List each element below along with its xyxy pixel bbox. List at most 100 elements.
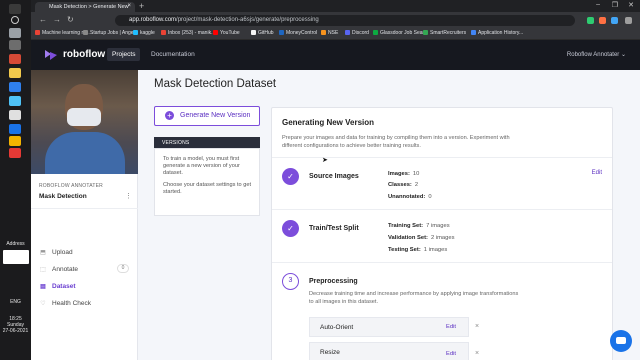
bookmark-favicon-icon — [345, 30, 350, 35]
versions-instructions: To train a model, you must first generat… — [163, 156, 240, 176]
option-label: Auto-Orient — [320, 324, 354, 331]
bookmarks-bar: Machine learning m... Startup Jobs | Ange… — [31, 28, 640, 40]
generate-button-label: Generate New Version — [180, 112, 251, 119]
bookmark-label: GitHub — [258, 30, 274, 36]
bookmark-item[interactable]: Startup Jobs | Ange... — [83, 30, 138, 36]
task-view-icon[interactable] — [9, 28, 21, 38]
reload-icon[interactable]: ↻ — [67, 15, 74, 24]
cortana-icon[interactable] — [9, 40, 21, 50]
extensions-puzzle-icon[interactable] — [625, 17, 632, 24]
bookmark-item[interactable]: YouTube — [213, 30, 240, 36]
bookmark-favicon-icon — [321, 30, 326, 35]
windows-start-icon[interactable] — [9, 4, 21, 14]
sidebar-item-health-check[interactable]: ♡ Health Check — [39, 300, 91, 307]
annotate-icon: ⬚ — [40, 267, 46, 273]
file-explorer-icon[interactable] — [9, 68, 21, 78]
browser-toolbar: ← → ↻ app.roboflow.com/project/mask-dete… — [31, 12, 640, 28]
bookmark-favicon-icon — [213, 30, 218, 35]
brand-name[interactable]: roboflow — [63, 49, 105, 60]
bookmark-item[interactable]: NSE — [321, 30, 338, 36]
more-options-icon[interactable]: ⋮ — [125, 192, 132, 200]
app-icon-red[interactable] — [9, 148, 21, 158]
search-icon[interactable] — [11, 16, 19, 24]
divider — [272, 262, 612, 263]
sidebar-item-annotate[interactable]: ⬚ Annotate — [39, 266, 78, 273]
workspace-label: ROBOFLOW ANNOTATER — [39, 183, 103, 189]
brave-extension-icon[interactable] — [599, 17, 606, 24]
browser-tab-active[interactable]: Mask Detection > Generate New × — [35, 2, 135, 12]
forward-icon[interactable]: → — [53, 15, 61, 24]
tab-title: Mask Detection > Generate New — [49, 4, 129, 10]
upload-icon: ⬒ — [40, 250, 46, 256]
sidebar-item-upload[interactable]: ⬒ Upload — [39, 249, 73, 256]
plus-icon: + — [165, 111, 174, 120]
bookmark-favicon-icon — [35, 30, 40, 35]
edit-resize-link[interactable]: Edit — [446, 351, 456, 357]
validation-set-count: Validation Set: 2 images — [388, 235, 455, 241]
versions-header: VERSIONS — [154, 137, 260, 148]
address-toolbar-input[interactable] — [3, 250, 29, 264]
bookmark-label: NSE — [328, 30, 339, 36]
sidebar-item-label: Annotate — [52, 266, 79, 273]
url-bar[interactable]: app.roboflow.com/project/mask-detection-… — [115, 15, 575, 26]
bookmark-item[interactable]: Machine learning m... — [35, 30, 90, 36]
bookmark-item[interactable]: SmartRecruiters — [423, 30, 466, 36]
nav-projects[interactable]: Projects — [107, 48, 141, 61]
bookmark-item[interactable]: Application History... — [471, 30, 523, 36]
chevron-down-icon: ⌄ — [620, 52, 626, 58]
store-app-icon[interactable] — [9, 96, 21, 106]
bookmark-item[interactable]: GitHub — [251, 30, 274, 36]
bookmark-favicon-icon — [279, 30, 284, 35]
main-content: Mask Detection Dataset + Generate New Ve… — [138, 70, 640, 360]
mail-app-icon[interactable] — [9, 110, 21, 120]
app-icon-yellow[interactable] — [9, 136, 21, 146]
versions-panel: To train a model, you must first generat… — [154, 148, 260, 216]
language-indicator[interactable]: ENG — [0, 299, 31, 305]
bookmark-item[interactable]: Glassdoor Job Sear... — [373, 30, 428, 36]
divider — [272, 209, 612, 210]
sidebar-item-label: Upload — [52, 249, 73, 256]
bookmark-label: Application History... — [478, 30, 524, 36]
health-check-icon: ♡ — [40, 301, 46, 307]
back-icon[interactable]: ← — [39, 15, 47, 24]
project-sidebar: ROBOFLOW ANNOTATER Mask Detection ⋮ ⬒ Upl… — [31, 70, 138, 360]
remove-auto-orient-icon[interactable]: × — [475, 323, 479, 330]
app-icon-blue[interactable] — [9, 124, 21, 134]
screen: Address ENG 18:25 Sunday 27-06-2021 Mask… — [0, 0, 640, 360]
generate-version-card: Generating New Version Prepare your imag… — [271, 107, 613, 360]
step-complete-check-icon: ✓ — [282, 220, 299, 237]
bookmark-label: SmartRecruiters — [430, 30, 467, 36]
user-menu[interactable]: Roboflow Annotater ⌄ — [567, 51, 626, 58]
top-navigation: roboflow Projects Documentation Roboflow… — [31, 40, 640, 70]
remove-resize-icon[interactable]: × — [475, 350, 479, 357]
card-title: Generating New Version — [282, 118, 375, 127]
roboflow-logo-icon[interactable] — [43, 48, 59, 62]
sidebar-item-label: Health Check — [52, 300, 92, 307]
bookmark-favicon-icon — [373, 30, 378, 35]
bookmark-favicon-icon — [133, 30, 138, 35]
edge-app-icon[interactable] — [9, 82, 21, 92]
sidebar-item-dataset[interactable]: ▤ Dataset — [39, 283, 75, 290]
bookmark-item[interactable]: Discord — [345, 30, 369, 36]
bookmark-item[interactable]: Inbox (253) - manik... — [161, 30, 215, 36]
close-window-icon[interactable]: ✕ — [628, 1, 634, 9]
extension-icon[interactable] — [587, 17, 594, 24]
close-tab-icon[interactable]: × — [127, 3, 131, 9]
bookmark-item[interactable]: MoneyControl — [279, 30, 317, 36]
step-preprocessing: Preprocessing — [309, 278, 358, 285]
new-tab-icon[interactable]: + — [139, 1, 144, 11]
project-name: Mask Detection — [39, 193, 87, 200]
edit-source-images-link[interactable]: Edit — [592, 170, 602, 176]
step-complete-check-icon: ✓ — [282, 168, 299, 185]
generate-new-version-button[interactable]: + Generate New Version — [154, 106, 260, 126]
extension-icon-blue[interactable] — [611, 17, 618, 24]
chat-support-icon[interactable] — [610, 330, 632, 352]
edit-auto-orient-link[interactable]: Edit — [446, 324, 456, 330]
option-label: Resize — [320, 349, 340, 356]
maximize-icon[interactable]: ❐ — [612, 1, 618, 9]
nav-documentation[interactable]: Documentation — [151, 51, 195, 58]
testing-set-count: Testing Set: 1 images — [388, 247, 448, 253]
minimize-icon[interactable]: – — [596, 1, 600, 8]
chrome-app-icon[interactable] — [9, 54, 21, 64]
bookmark-item[interactable]: kaggle — [133, 30, 155, 36]
